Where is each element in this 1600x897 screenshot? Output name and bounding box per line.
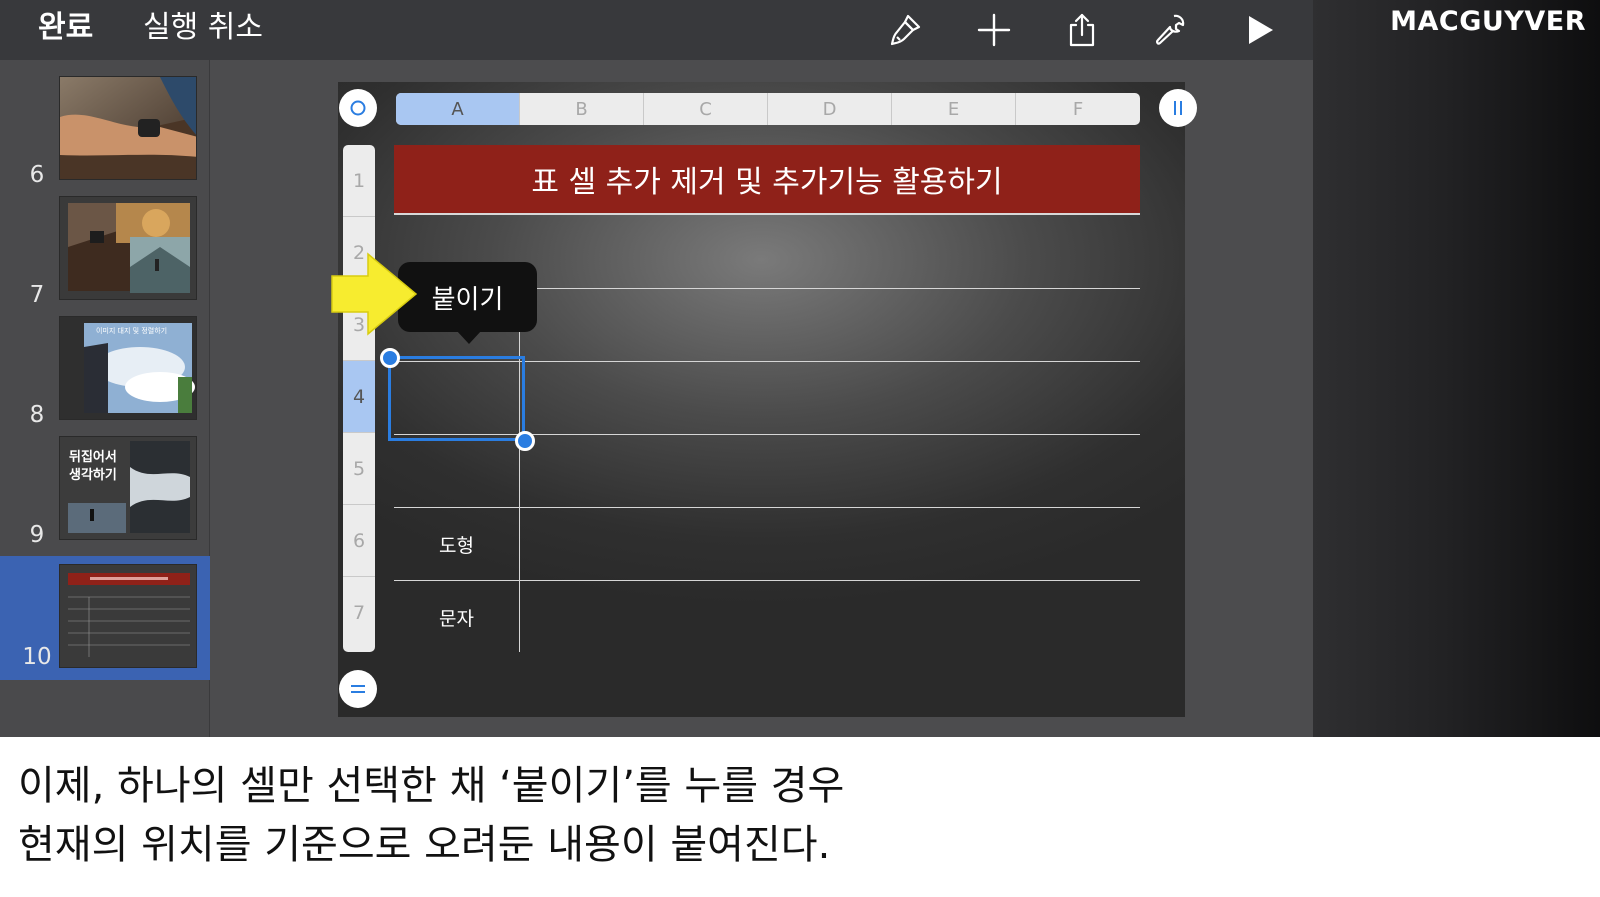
caption-text: 이제, 하나의 셀만 선택한 채 ‘붙이기’를 누를 경우 현재의 위치를 기준… bbox=[18, 757, 1578, 875]
row-header-6[interactable]: 6 bbox=[343, 505, 375, 577]
caption-line-1: 이제, 하나의 셀만 선택한 채 ‘붙이기’를 누를 경우 bbox=[18, 763, 845, 809]
column-header-bar: A B C D E F bbox=[396, 93, 1140, 125]
done-button[interactable]: 완료 bbox=[38, 8, 93, 48]
column-header-a[interactable]: A bbox=[396, 93, 520, 125]
column-handle-icon bbox=[1174, 101, 1182, 115]
slide-thumbnail-8[interactable]: 8 이미지 대지 및 정렬하기 bbox=[0, 308, 210, 428]
slide-thumb-title: 이미지 대지 및 정렬하기 bbox=[96, 327, 168, 335]
column-header-d[interactable]: D bbox=[768, 93, 892, 125]
row-header-1[interactable]: 1 bbox=[343, 145, 375, 217]
plus-icon[interactable] bbox=[972, 8, 1016, 52]
cell-shape-label[interactable]: 도형 bbox=[394, 531, 519, 558]
slide-number: 6 bbox=[29, 162, 45, 188]
column-divider bbox=[519, 288, 520, 652]
table-select-handle[interactable] bbox=[339, 89, 377, 127]
slide-thumbnail-9[interactable]: 9 뒤집어서 생각하기 bbox=[0, 428, 210, 548]
right-panel: MACGUYVER bbox=[1313, 0, 1600, 737]
column-header-f[interactable]: F bbox=[1016, 93, 1140, 125]
row-divider bbox=[394, 507, 1140, 508]
popup-tail bbox=[456, 330, 482, 344]
brand-logo-text: MACGUYVER bbox=[1390, 6, 1586, 37]
watch-photo-thumbnail bbox=[59, 76, 197, 180]
add-column-handle[interactable] bbox=[1159, 89, 1197, 127]
sky-photo-thumbnail: 이미지 대지 및 정렬하기 bbox=[59, 316, 197, 420]
keynote-app: 완료 실행 취소 6 7 8 이미지 대지 및 정렬하기 9 뒤집어서 생각하기… bbox=[0, 0, 1313, 786]
row-header-bar: 1 2 3 4 5 6 7 bbox=[343, 145, 375, 652]
slide-number: 8 bbox=[29, 402, 45, 428]
share-icon[interactable] bbox=[1060, 8, 1104, 52]
arrow-right-icon bbox=[331, 252, 418, 336]
row-header-5[interactable]: 5 bbox=[343, 433, 375, 505]
play-icon[interactable] bbox=[1237, 8, 1281, 52]
selection-handle-top-left[interactable] bbox=[380, 348, 400, 368]
slide-thumbnail-6[interactable]: 6 bbox=[0, 68, 210, 188]
top-toolbar: 완료 실행 취소 bbox=[0, 0, 1313, 60]
brush-icon[interactable] bbox=[884, 8, 928, 52]
collage-photo-thumbnail bbox=[59, 196, 197, 300]
undo-button[interactable]: 실행 취소 bbox=[143, 8, 263, 48]
column-header-b[interactable]: B bbox=[520, 93, 644, 125]
slide-thumb-text-2: 생각하기 bbox=[69, 468, 117, 483]
slide-thumbnail-10[interactable]: 10 bbox=[0, 556, 210, 680]
row-divider bbox=[394, 580, 1140, 581]
add-row-handle[interactable] bbox=[339, 670, 377, 708]
circle-icon bbox=[350, 100, 366, 116]
slide-number: 10 bbox=[22, 644, 52, 670]
table-slide-thumbnail bbox=[59, 564, 197, 668]
caption-line-2: 현재의 위치를 기준으로 오려둔 내용이 붙여진다. bbox=[18, 822, 831, 868]
slide-thumbnail-7[interactable]: 7 bbox=[0, 188, 210, 308]
selection-handle-bottom-right[interactable] bbox=[515, 431, 535, 451]
cell-text-label[interactable]: 문자 bbox=[394, 604, 519, 631]
table-title-cell[interactable]: 표 셀 추가 제거 및 추가기능 활용하기 bbox=[394, 145, 1140, 215]
row-header-4[interactable]: 4 bbox=[343, 361, 375, 433]
row-handle-icon bbox=[351, 685, 365, 693]
selected-cell-a4[interactable] bbox=[388, 356, 525, 441]
column-header-c[interactable]: C bbox=[644, 93, 768, 125]
slide-number: 9 bbox=[29, 522, 45, 548]
slide-number: 7 bbox=[29, 282, 45, 308]
slide-navigator: 6 7 8 이미지 대지 및 정렬하기 9 뒤집어서 생각하기 10 bbox=[0, 60, 210, 786]
slide-thumb-text-1: 뒤집어서 bbox=[69, 450, 117, 465]
wrench-icon[interactable] bbox=[1148, 8, 1192, 52]
row-header-7[interactable]: 7 bbox=[343, 577, 375, 649]
column-header-e[interactable]: E bbox=[892, 93, 1016, 125]
reflection-photo-thumbnail: 뒤집어서 생각하기 bbox=[59, 436, 197, 540]
